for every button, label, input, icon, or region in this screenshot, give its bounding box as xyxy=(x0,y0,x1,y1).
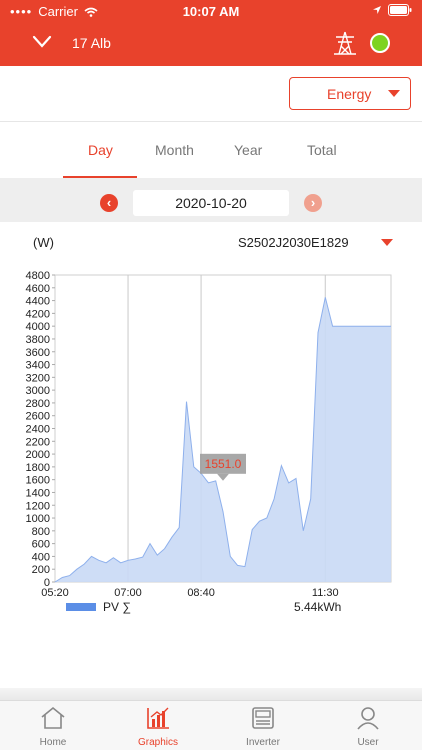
x-tick-label: 08:40 xyxy=(187,587,215,599)
x-tick-label: 11:30 xyxy=(312,587,339,599)
device-dropdown-icon[interactable] xyxy=(381,239,393,246)
bottom-tab-bar: Home Graphics Inverter User xyxy=(0,700,422,750)
tab-total[interactable]: Total xyxy=(307,142,337,158)
y-tick-label: 4600 xyxy=(26,283,50,295)
y-tick-label: 1000 xyxy=(26,513,50,525)
tab-month[interactable]: Month xyxy=(155,142,194,158)
date-picker[interactable]: 2020-10-20 xyxy=(133,190,289,216)
device-serial[interactable]: S2502J2030E1829 xyxy=(238,235,349,250)
plant-name[interactable]: 17 Alb xyxy=(72,35,111,51)
y-tick-label: 4000 xyxy=(26,321,50,333)
nav-bar: 17 Alb xyxy=(0,26,422,60)
y-tick-label: 2600 xyxy=(26,411,50,423)
tabbar-inverter-label: Inverter xyxy=(246,737,280,748)
x-tick-label: 05:20 xyxy=(41,587,69,599)
y-tick-label: 3800 xyxy=(26,334,50,346)
tabbar-user[interactable]: User xyxy=(333,705,403,749)
status-right xyxy=(372,4,412,16)
tab-day[interactable]: Day xyxy=(88,142,113,158)
battery-icon xyxy=(388,4,412,16)
period-tabs: Day Month Year Total xyxy=(0,122,422,178)
y-tick-label: 3000 xyxy=(26,385,50,397)
x-tick-label: 07:00 xyxy=(114,587,142,599)
tabbar-user-label: User xyxy=(357,737,379,748)
daily-total: 5.44kWh xyxy=(294,600,342,614)
y-tick-label: 2800 xyxy=(26,398,50,410)
home-icon xyxy=(41,706,65,729)
tabbar-graphics-label: Graphics xyxy=(137,737,178,748)
y-tick-label: 3400 xyxy=(26,360,50,372)
tabbar-inverter[interactable]: Inverter xyxy=(228,705,298,749)
tabbar-graphics[interactable]: Graphics xyxy=(123,705,193,749)
inverter-icon xyxy=(252,707,274,729)
y-tick-label: 1600 xyxy=(26,475,50,487)
tab-year[interactable]: Year xyxy=(234,142,262,158)
footer-shadow xyxy=(0,688,422,700)
chart-unit-label: (W) xyxy=(33,235,54,250)
y-tick-label: 800 xyxy=(32,526,50,538)
bar-chart-icon xyxy=(147,707,169,729)
user-icon xyxy=(357,707,379,730)
chart-type-select[interactable]: Energy xyxy=(289,77,411,110)
app-root: •••• Carrier 10:07 AM 17 Alb Energy Day … xyxy=(0,0,422,750)
location-icon xyxy=(373,6,381,14)
y-tick-label: 400 xyxy=(32,551,50,563)
y-tick-label: 1200 xyxy=(26,500,50,512)
next-date-button[interactable]: › xyxy=(304,194,322,212)
y-tick-label: 200 xyxy=(32,564,50,576)
tabbar-home[interactable]: Home xyxy=(18,705,88,749)
tooltip-value: 1551.0 xyxy=(205,457,242,471)
legend-label: PV ∑ xyxy=(103,600,131,614)
tooltip-pointer xyxy=(217,473,229,481)
power-chart[interactable]: 0200400600800100012001400160018002000220… xyxy=(0,262,422,642)
chart-type-value: Energy xyxy=(327,86,372,102)
y-tick-label: 3600 xyxy=(26,347,50,359)
clock: 10:07 AM xyxy=(182,4,240,19)
power-tower-icon[interactable] xyxy=(332,30,358,56)
online-status-icon xyxy=(370,33,390,53)
y-tick-label: 4800 xyxy=(26,270,50,282)
date-bar: ‹ 2020-10-20 › xyxy=(0,178,422,222)
y-tick-label: 2400 xyxy=(26,424,50,436)
series-area xyxy=(55,297,391,582)
header-bar: •••• Carrier 10:07 AM 17 Alb xyxy=(0,0,422,66)
dropdown-arrow-icon xyxy=(388,90,400,97)
y-tick-label: 3200 xyxy=(26,372,50,384)
legend-swatch xyxy=(66,603,96,611)
y-tick-label: 4200 xyxy=(26,308,50,320)
chevron-down-icon[interactable] xyxy=(30,32,54,52)
tabbar-home-label: Home xyxy=(39,737,67,748)
status-bar: •••• Carrier 10:07 AM xyxy=(0,0,422,22)
y-tick-label: 2000 xyxy=(26,449,50,461)
y-tick-label: 1400 xyxy=(26,487,50,499)
y-tick-label: 1800 xyxy=(26,462,50,474)
prev-date-button[interactable]: ‹ xyxy=(100,194,118,212)
y-tick-label: 600 xyxy=(32,539,50,551)
y-tick-label: 2200 xyxy=(26,436,50,448)
y-tick-label: 4400 xyxy=(26,296,50,308)
